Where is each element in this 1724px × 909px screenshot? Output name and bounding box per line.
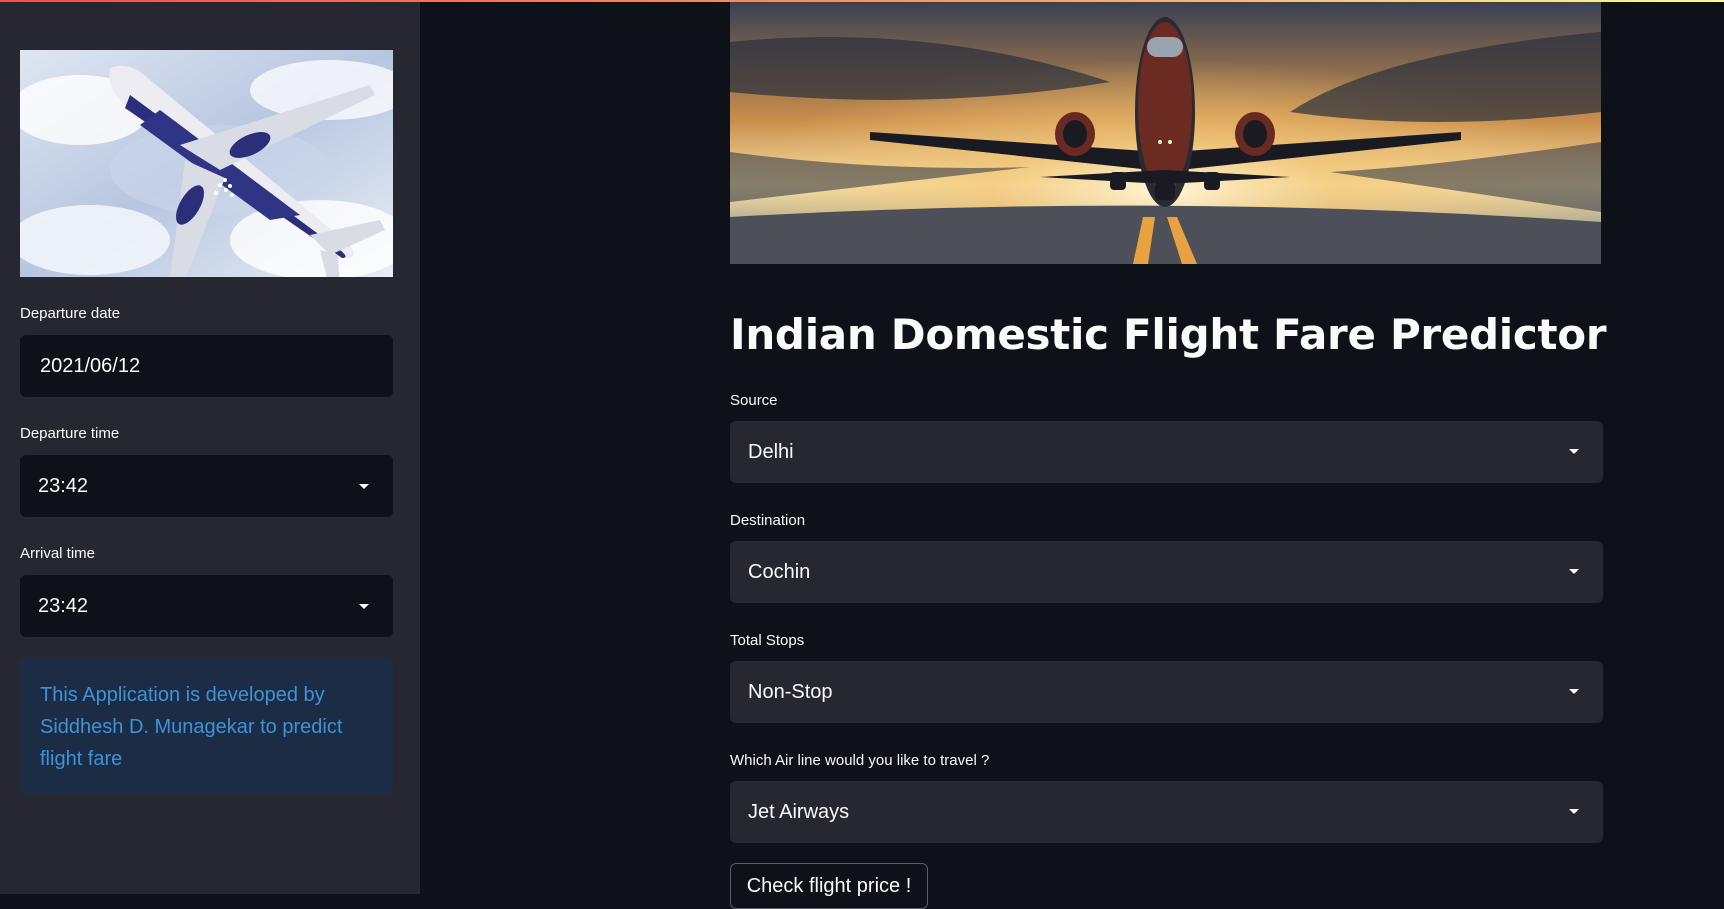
departure-time-value: 23:42 — [38, 475, 89, 497]
developer-info-text: This Application is developed by Siddhes… — [40, 684, 343, 770]
arrival-time-select[interactable]: 23:42 — [20, 575, 393, 637]
source-label: Source — [730, 392, 778, 409]
departure-date-value: 2021/06/12 — [40, 355, 141, 377]
check-flight-price-button[interactable]: Check flight price ! — [730, 863, 928, 909]
total-stops-label: Total Stops — [730, 632, 805, 649]
destination-select[interactable]: Cochin — [730, 541, 1603, 603]
destination-label: Destination — [730, 512, 806, 529]
destination-value: Cochin — [748, 561, 811, 583]
developer-info-box: This Application is developed by Siddhes… — [20, 657, 393, 795]
source-value: Delhi — [748, 441, 794, 463]
hero-airplane-image — [730, 2, 1601, 264]
total-stops-value: Non-Stop — [748, 681, 833, 703]
airline-select[interactable]: Jet Airways — [730, 781, 1603, 843]
chevron-down-icon — [359, 604, 369, 609]
total-stops-select[interactable]: Non-Stop — [730, 661, 1603, 723]
airline-label: Which Air line would you like to travel … — [730, 752, 990, 769]
chevron-down-icon — [1569, 809, 1579, 814]
sidebar-airplane-image — [20, 50, 393, 277]
departure-time-select[interactable]: 23:42 — [20, 455, 393, 517]
airline-value: Jet Airways — [748, 801, 850, 823]
app-header-decoration — [0, 0, 1724, 2]
source-select[interactable]: Delhi — [730, 421, 1603, 483]
arrival-time-value: 23:42 — [38, 595, 89, 617]
chevron-down-icon — [1569, 449, 1579, 454]
chevron-down-icon — [359, 484, 369, 489]
page-title: Indian Domestic Flight Fare Predictor — [730, 310, 1607, 359]
departure-date-input[interactable]: 2021/06/12 — [20, 335, 393, 397]
sidebar: Departure date 2021/06/12 Departure time… — [0, 0, 420, 894]
departure-date-label: Departure date — [20, 305, 121, 322]
chevron-down-icon — [1569, 569, 1579, 574]
departure-time-label: Departure time — [20, 425, 120, 442]
arrival-time-label: Arrival time — [20, 545, 96, 562]
chevron-down-icon — [1569, 689, 1579, 694]
